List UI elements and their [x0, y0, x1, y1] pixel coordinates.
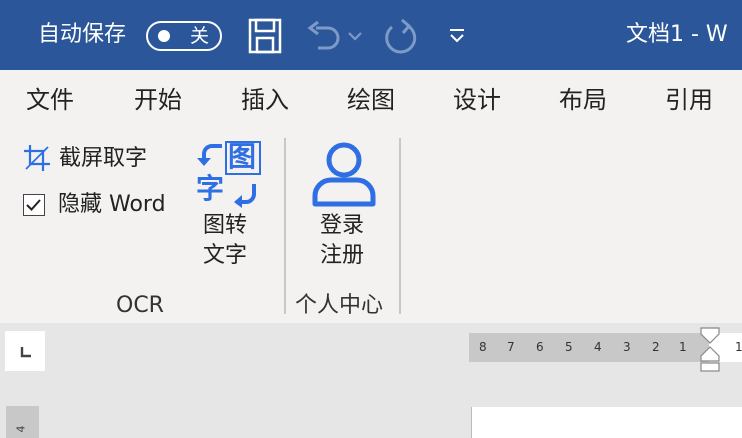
screenshot-ocr-button[interactable]: 截屏取字: [59, 144, 147, 174]
tab-home[interactable]: 开始: [134, 84, 182, 116]
checkmark-icon: [26, 199, 41, 211]
ruler-number: 7: [507, 340, 515, 354]
ruler-number: 5: [565, 340, 573, 354]
save-icon[interactable]: [248, 18, 282, 54]
title-bar: 自动保存 关 文档1 - W: [0, 0, 742, 70]
group-label-account: 个人中心: [295, 293, 384, 318]
chevron-down-icon[interactable]: [347, 30, 363, 42]
login-label-1[interactable]: 登录: [320, 211, 364, 241]
left-tab-stop-icon: [20, 347, 31, 358]
tab-design[interactable]: 设计: [453, 84, 501, 116]
redo-icon[interactable]: [382, 18, 420, 56]
group-separator: [399, 138, 401, 314]
hide-word-label: 隐藏 Word: [58, 192, 166, 217]
tab-file[interactable]: 文件: [26, 84, 74, 116]
tab-draw[interactable]: 绘图: [347, 84, 395, 116]
convert-icon-char-image: 图: [228, 140, 257, 173]
tab-layout[interactable]: 布局: [559, 84, 607, 116]
undo-icon[interactable]: [304, 20, 342, 54]
vertical-ruler[interactable]: 4: [6, 406, 39, 438]
user-icon[interactable]: [311, 140, 377, 208]
ruler-number: 1: [735, 340, 742, 354]
tab-insert[interactable]: 插入: [241, 84, 289, 116]
ruler-number: 6: [536, 340, 544, 354]
ruler-number: 4: [594, 340, 602, 354]
login-label-2[interactable]: 注册: [320, 241, 364, 271]
image-to-text-label-2[interactable]: 文字: [203, 241, 247, 271]
autosave-state: 关: [190, 25, 210, 47]
tab-references[interactable]: 引用: [665, 84, 713, 116]
ruler-number: 4: [14, 425, 28, 433]
document-title: 文档1 - W: [626, 22, 728, 47]
tab-stop-selector[interactable]: [5, 331, 45, 371]
toggle-knob: [158, 30, 170, 42]
autosave-toggle[interactable]: 关: [146, 21, 222, 51]
image-to-text-icon[interactable]: 图 字: [194, 140, 264, 208]
hide-word-checkbox[interactable]: [23, 194, 45, 216]
indent-marker-icon[interactable]: [699, 326, 721, 372]
ruler-number: 3: [623, 340, 631, 354]
ruler-number: 8: [479, 340, 487, 354]
ruler-number: 1: [679, 340, 687, 354]
convert-icon-char-text: 字: [196, 172, 225, 205]
group-label-ocr: OCR: [116, 293, 164, 318]
group-separator: [284, 138, 286, 314]
crop-icon[interactable]: [23, 144, 51, 172]
image-to-text-label-1[interactable]: 图转: [203, 211, 247, 241]
ruler-number: 2: [652, 340, 660, 354]
document-page[interactable]: [471, 407, 742, 438]
autosave-label: 自动保存: [38, 22, 127, 47]
customize-dropdown-icon[interactable]: [448, 26, 466, 46]
ribbon-tabs: 文件 开始 插入 绘图 设计 布局 引用: [0, 70, 742, 130]
